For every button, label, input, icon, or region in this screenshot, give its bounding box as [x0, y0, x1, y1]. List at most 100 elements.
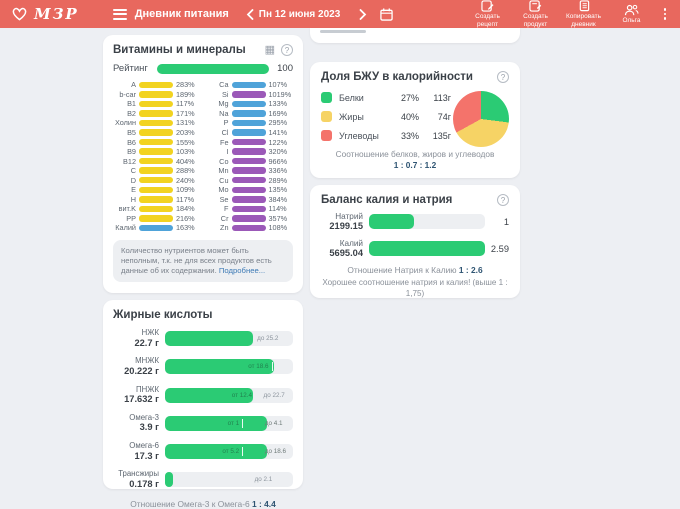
nutrient-name: A	[131, 80, 136, 90]
fatty-rows: НЖК 22.7 г до 25.2 МНЖК 20.222 г от 18.6…	[113, 328, 293, 490]
nutrient-row: P 295%	[206, 118, 294, 128]
heart-icon	[12, 7, 27, 21]
user-menu-button[interactable]: Ольга	[613, 4, 651, 25]
fatty-track: от 18.6	[165, 359, 293, 375]
omega-ratio-value: 1 : 4.4	[252, 498, 276, 509]
legend-name: Углеводы	[339, 130, 379, 141]
help-icon[interactable]: ?	[497, 194, 509, 206]
fatty-name: Омега-3	[129, 412, 159, 422]
next-day-button[interactable]	[356, 7, 370, 21]
fatty-row: Омега-6 17.3 г от 5.2 до 18.6	[113, 441, 293, 461]
nutrient-name: B6	[127, 137, 136, 147]
mineral-name: Калий	[339, 238, 363, 248]
users-icon	[624, 4, 639, 15]
fatty-name: НЖК	[141, 328, 159, 337]
app-window: МЗР Дневник питания Пн 12 июня 2023 Созд…	[0, 0, 680, 509]
nutrient-percent: 289%	[268, 175, 288, 185]
nutrient-name: H	[130, 194, 136, 204]
nutrient-name: Cr	[220, 213, 229, 223]
fatty-value: 17.3 г	[134, 450, 159, 461]
range-marker: от 18.6	[248, 359, 272, 374]
page-title: Дневник питания	[134, 8, 229, 20]
more-menu-button[interactable]	[663, 8, 666, 20]
nutrient-row: B9 103%	[113, 147, 201, 157]
nutrient-bar	[231, 196, 266, 203]
fatty-bar	[165, 472, 173, 488]
nutrient-bar	[231, 215, 266, 222]
fatty-track: от 1 до 4.1	[165, 415, 293, 431]
nutrient-name: D	[130, 175, 136, 185]
nutrient-name: Cu	[219, 175, 229, 185]
mineral-name: Натрий	[335, 212, 363, 221]
nutrient-percent: 131%	[176, 118, 195, 128]
nutrient-row: B5 203%	[113, 128, 201, 138]
range-marker: до 22.7	[263, 391, 285, 399]
rating-row: Рейтинг 100	[113, 63, 293, 74]
fatty-name: МНЖК	[135, 356, 159, 366]
nutrient-percent: 295%	[268, 118, 288, 128]
fatty-track: до 25.2	[165, 331, 293, 347]
nutrient-percent: 169%	[268, 108, 288, 118]
nutrient-bar	[231, 157, 266, 165]
nutrient-name: Si	[222, 89, 229, 99]
nutrient-row: Cl 141%	[206, 128, 294, 138]
nutrient-percent: 320%	[268, 147, 288, 157]
help-icon[interactable]: ?	[281, 44, 293, 56]
create-product-button[interactable]: Создать продукт	[517, 0, 555, 28]
nutrient-bar	[231, 100, 266, 108]
nutrient-percent: 107%	[268, 80, 288, 90]
create-recipe-button[interactable]: Создать рецепт	[469, 0, 507, 28]
note-more-link[interactable]: Подробнее...	[219, 266, 265, 275]
nutrient-row: H 117%	[113, 195, 201, 205]
nutrient-name: B2	[127, 108, 136, 118]
fatty-row: НЖК 22.7 г до 25.2	[113, 328, 293, 348]
vitamins-title: Витамины и минералы	[113, 44, 246, 56]
nutrient-row: Fe 122%	[206, 137, 294, 147]
chevron-right-icon	[359, 8, 367, 20]
nutrient-bar	[231, 138, 266, 146]
fatty-value: 0.178 г	[129, 478, 159, 489]
calendar-button[interactable]	[380, 7, 394, 21]
nutrient-bar	[139, 119, 173, 127]
nutrient-percent: 216%	[176, 213, 195, 223]
nutrient-row: F 114%	[206, 204, 294, 214]
legend-percent: 27%	[400, 92, 419, 103]
nutrient-name: Co	[219, 156, 229, 166]
current-date[interactable]: Пн 12 июня 2023	[259, 9, 341, 20]
range-marker: до 4.1	[264, 419, 283, 427]
clipped-text-smudge	[320, 30, 366, 33]
nutrient-percent: 109%	[176, 185, 195, 195]
app-logo[interactable]: МЗР	[12, 5, 79, 23]
range-marker: от 1	[228, 416, 244, 431]
copy-diary-label-2: дневник	[571, 20, 596, 28]
bju-title: Доля БЖУ в калорийности	[321, 71, 473, 83]
balance-title: Баланс калия и натрия	[321, 194, 453, 206]
copy-diary-button[interactable]: Копировать дневник	[565, 0, 603, 28]
fatty-bar	[165, 331, 254, 347]
help-icon[interactable]: ?	[497, 71, 509, 83]
nutrient-percent: 117%	[176, 194, 195, 204]
nutrient-row: C 288%	[113, 166, 201, 176]
rating-bar	[157, 63, 270, 74]
table-view-icon[interactable]: ▦	[265, 44, 275, 56]
nutrient-percent: 108%	[268, 223, 288, 233]
nutrient-name: PP	[126, 213, 136, 223]
nutrient-row: Si 1019%	[206, 90, 294, 100]
nutrient-percent: 184%	[176, 204, 195, 214]
clipped-panel-remnant	[310, 28, 520, 43]
nutrient-row: вит.K 184%	[113, 204, 201, 214]
nutrient-percent: 283%	[176, 80, 195, 90]
nutrient-row: B6 155%	[113, 137, 201, 147]
nutrient-bar	[139, 110, 173, 117]
nutrient-name: Mo	[218, 185, 229, 195]
nutrient-percent: 203%	[176, 128, 195, 137]
range-marker: от 12.4	[231, 391, 253, 399]
prev-day-button[interactable]	[243, 7, 257, 21]
bju-pie-chart	[453, 91, 509, 147]
nutrient-bar	[231, 91, 266, 98]
menu-icon[interactable]	[112, 8, 127, 20]
nutrient-row: E 109%	[113, 185, 201, 195]
balance-bar	[369, 214, 415, 230]
create-product-label-1: Создать	[523, 12, 548, 20]
nutrient-bar	[231, 148, 266, 155]
